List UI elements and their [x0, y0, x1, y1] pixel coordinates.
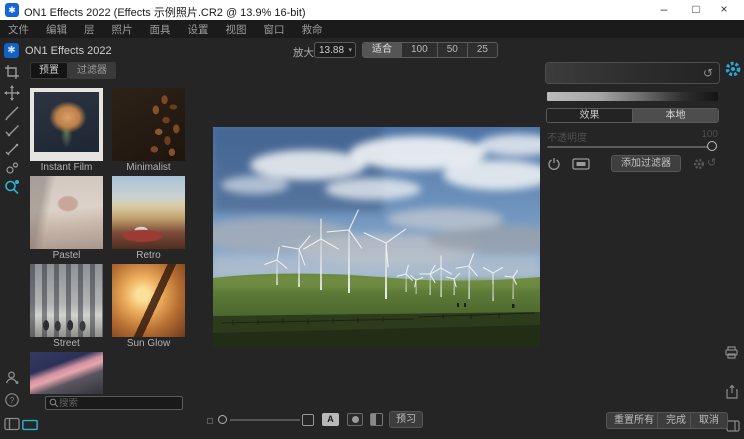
minimize-button[interactable]: – — [648, 0, 680, 20]
export-share-icon[interactable] — [725, 384, 739, 399]
zoom-out-icon[interactable] — [207, 418, 213, 424]
module-title: ON1 Effects 2022 — [25, 45, 112, 57]
right-panel-toggle-icon[interactable] — [726, 420, 740, 432]
filmstrip-view-toggle[interactable] — [22, 417, 40, 433]
close-button[interactable]: × — [708, 0, 740, 20]
filter-reset-icon[interactable]: ↺ — [707, 156, 716, 169]
canvas-photo[interactable] — [213, 127, 540, 347]
menu-mask[interactable]: 面具 — [150, 22, 171, 37]
view-zoom-tool-active[interactable] — [4, 179, 20, 195]
preset-thumb-minimalist[interactable] — [112, 88, 185, 161]
zoom-select[interactable]: 13.88 ▾ — [314, 42, 356, 58]
preset-label: Street — [30, 338, 103, 349]
preset-label: Pastel — [30, 250, 103, 261]
masking-brush-tool[interactable] — [4, 123, 20, 139]
left-panel-toggle-icon[interactable] — [4, 416, 20, 432]
local-adjust-brush-tool[interactable] — [4, 141, 20, 157]
on1-module-icon: ✱ — [4, 43, 19, 58]
zoom-100-button[interactable]: 100 — [402, 43, 438, 57]
search-input[interactable] — [59, 398, 179, 409]
paint-brush-tool[interactable] — [4, 105, 20, 121]
levels-gradient-strip — [547, 92, 718, 101]
chevron-down-icon: ▾ — [348, 46, 352, 54]
window-title: ON1 Effects 2022 (Effects 示例照片.CR2 @ 13.… — [24, 4, 306, 20]
zoom-value: 13.88 — [319, 45, 344, 56]
opacity-value: 100 — [698, 129, 718, 140]
opacity-slider-handle[interactable] — [707, 141, 717, 151]
mask-view-icon[interactable] — [572, 158, 590, 170]
tab-presets[interactable]: 预置 — [30, 62, 68, 79]
bottom-zoom-slider-track[interactable] — [230, 419, 300, 421]
zoom-25-button[interactable]: 25 — [468, 43, 497, 57]
menubar: 文件 编辑 层 照片 面具 设置 视图 窗口 救命 — [0, 20, 744, 38]
view-original-icon[interactable] — [302, 414, 314, 426]
preview-button[interactable]: 预习 — [389, 411, 423, 428]
opacity-label: 不透明度 — [547, 129, 587, 144]
preset-label: Retro — [112, 250, 185, 261]
svg-text:?: ? — [10, 396, 15, 405]
opacity-slider-track[interactable] — [547, 146, 713, 148]
move-tool[interactable] — [4, 85, 20, 101]
search-icon — [49, 398, 59, 408]
preset-thumb-retro[interactable] — [112, 176, 185, 249]
menu-settings[interactable]: 设置 — [188, 22, 209, 37]
preset-thumb-pastel[interactable] — [30, 176, 103, 249]
reset-all-button[interactable]: 重置所有 — [606, 412, 662, 429]
windmill-landscape-image — [213, 127, 540, 347]
tab-local[interactable]: 本地 — [633, 109, 718, 122]
preset-label: Minimalist — [112, 162, 185, 173]
menu-view[interactable]: 视图 — [226, 22, 247, 37]
crop-tool[interactable] — [4, 64, 20, 80]
zoom-50-button[interactable]: 50 — [438, 43, 468, 57]
bottom-zoom-slider-handle[interactable] — [218, 415, 227, 424]
preset-search[interactable] — [45, 396, 183, 410]
tab-effects[interactable]: 效果 — [547, 109, 633, 122]
menu-photo[interactable]: 照片 — [112, 22, 133, 37]
effects-module-gear-icon[interactable] — [724, 60, 742, 78]
preset-label: Sun Glow — [112, 338, 185, 349]
preset-thumb-street[interactable] — [30, 264, 103, 337]
zoom-label: 放大 — [293, 45, 314, 60]
filter-settings-gear-icon[interactable] — [693, 158, 705, 170]
preset-label: Instant Film — [30, 162, 103, 173]
zoom-preset-group: 适合 100 50 25 — [362, 42, 498, 58]
menu-window[interactable]: 窗口 — [264, 22, 285, 37]
help-icon[interactable]: ? — [4, 392, 20, 408]
view-compare-a-icon[interactable]: A — [322, 413, 339, 426]
add-filter-button[interactable]: 添加过滤器 — [611, 155, 681, 172]
blend-options-icon[interactable] — [547, 157, 561, 171]
menu-layer[interactable]: 层 — [84, 22, 95, 37]
preset-thumb-sun-glow[interactable] — [112, 264, 185, 337]
cancel-button[interactable]: 取消 — [690, 412, 728, 429]
tab-filters[interactable]: 过滤器 — [68, 62, 116, 79]
menu-edit[interactable]: 编辑 — [46, 22, 67, 37]
print-icon[interactable] — [724, 345, 739, 359]
menu-file[interactable]: 文件 — [8, 22, 29, 37]
blemish-tool[interactable] — [4, 160, 20, 176]
view-split-icon[interactable] — [370, 413, 383, 426]
view-mask-circle-icon[interactable] — [347, 413, 363, 426]
preset-thumb-partial[interactable] — [30, 352, 103, 394]
app-logo-icon: ✱ — [5, 3, 19, 17]
user-account-icon[interactable] — [4, 370, 20, 386]
preset-thumb-instant-film[interactable] — [30, 88, 103, 161]
menu-help[interactable]: 救命 — [302, 22, 323, 37]
histogram-panel: ↺ — [545, 62, 720, 84]
titlebar: ✱ ON1 Effects 2022 (Effects 示例照片.CR2 @ 1… — [0, 0, 744, 20]
filters-tabs: 效果 本地 — [546, 108, 719, 123]
fit-button[interactable]: 适合 — [363, 43, 402, 57]
app-window: ✱ ON1 Effects 2022 (Effects 示例照片.CR2 @ 1… — [0, 0, 744, 439]
reset-icon[interactable]: ↺ — [703, 66, 713, 80]
